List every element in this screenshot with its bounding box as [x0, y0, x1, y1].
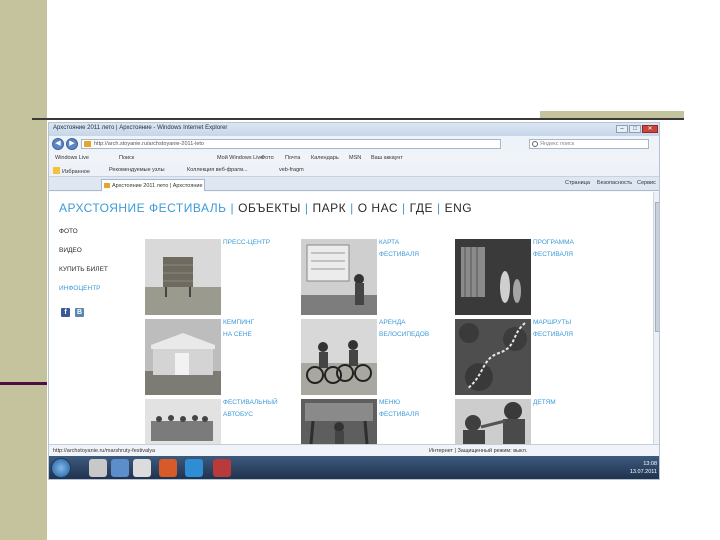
live-toolbar: Windows Live Поиск Мой Windows Live Фото… [49, 152, 659, 164]
tile-label-camping[interactable]: КЕМПИНГ НА СЕНЕ [223, 317, 293, 341]
tab-active[interactable]: Архстояние 2011 лето | Архстояние [101, 179, 205, 191]
page-menu[interactable]: Страница [565, 180, 590, 186]
press-center-photo [145, 239, 221, 315]
tile-label-festival-program[interactable]: ПРОГРАММА ФЕСТИВАЛЯ [533, 237, 603, 261]
maximize-button[interactable]: □ [629, 125, 641, 133]
menu-infocenter[interactable]: ИНФОЦЕНТР [59, 285, 101, 292]
bike-rental-photo [301, 319, 377, 395]
toolbar-item[interactable]: Windows Live [55, 155, 89, 161]
start-button[interactable] [51, 458, 71, 478]
slide-side-accent [0, 382, 47, 385]
slide-rule [32, 118, 684, 120]
blog-icon[interactable]: B [75, 308, 84, 317]
browser-screenshot: Архстояние 2011 лето | Архстояние - Wind… [48, 122, 660, 480]
tray-date: 13.07.2011 [629, 469, 657, 475]
favorites-link[interactable]: Рекомендуемые узлы [109, 167, 165, 173]
toolbar-item[interactable]: Календарь [311, 155, 339, 161]
tile-festival-routes[interactable] [455, 319, 531, 395]
tile-label-festival-bus[interactable]: ФЕСТИВАЛЬНЫЙ АВТОБУС [223, 397, 293, 421]
tray-time: 13:08 [643, 461, 657, 467]
site-favicon-icon [84, 141, 91, 147]
tab-title: Архстояние 2011 лето | Архстояние [112, 183, 203, 189]
festival-bus-photo [145, 399, 221, 444]
scrollbar-thumb[interactable] [655, 202, 659, 332]
tile-label-festival-routes[interactable]: МАРШРУТЫ ФЕСТИВАЛЯ [533, 317, 603, 341]
address-url: http://arch.stoyanie.ru/archstoyanie-201… [94, 141, 204, 147]
safety-menu[interactable]: Безопасность [597, 180, 632, 186]
close-button[interactable]: ✕ [642, 125, 658, 133]
toolbar-item[interactable]: МSN [349, 155, 361, 161]
status-zone: Интернет | Защищенный режим: выкл. [429, 448, 528, 454]
toolbar-item[interactable]: Поиск [119, 155, 134, 161]
menu-video[interactable]: ВИДЕО [59, 247, 82, 254]
page-scrollbar[interactable] [653, 192, 659, 444]
menu-photo[interactable]: ФОТО [59, 228, 78, 235]
menu-buy-ticket[interactable]: КУПИТЬ БИЛЕТ [59, 266, 108, 273]
forward-button[interactable]: ▶ [66, 138, 78, 150]
site-navigation: АРХСТОЯНИЕ ФЕСТИВАЛЬ | ОБЪЕКТЫ | ПАРК | О НАС |… [59, 201, 473, 215]
taskbar-app-4[interactable] [159, 459, 177, 477]
festival-program-photo [455, 239, 531, 315]
tile-press-center[interactable] [145, 239, 221, 315]
festival-map-photo [301, 239, 377, 315]
system-tray: 13:08 13.07.2011 [630, 460, 657, 476]
web-page: АРХСТОЯНИЕ ФЕСТИВАЛЬ | ОБЪЕКТЫ | ПАРК | О НАС |… [49, 192, 653, 445]
festival-routes-photo [455, 319, 531, 395]
slide-sidebar [0, 0, 47, 540]
status-url: http://archstoyanie.ru/marshruty-festiva… [53, 448, 156, 454]
tile-festival-map[interactable] [301, 239, 377, 315]
ie-taskbar-icon[interactable] [185, 459, 203, 477]
toolbar-item[interactable]: Ваш аккаунт [371, 155, 403, 161]
favorites-button[interactable]: Избранное [53, 167, 90, 175]
taskbar: 13:08 13.07.2011 [49, 456, 659, 479]
tile-label-festival-map[interactable]: КАРТА ФЕСТИВАЛЯ [379, 237, 449, 261]
tile-label-press-center[interactable]: ПРЕСС-ЦЕНТР [223, 237, 293, 249]
tile-label-kids[interactable]: ДЕТЯМ [533, 397, 603, 409]
favorites-bar: Избранное Рекомендуемые узлы Коллекция в… [49, 164, 659, 177]
nav-objects[interactable]: ОБЪЕКТЫ [238, 201, 301, 215]
search-box[interactable]: Яндекс поиск [529, 139, 649, 149]
tools-menu[interactable]: Сервис [637, 180, 656, 186]
star-icon [53, 167, 60, 174]
toolbar-item[interactable]: Мой Windows Live [217, 155, 263, 161]
camping-photo [145, 319, 221, 395]
nav-about[interactable]: О НАС [358, 201, 398, 215]
window-title: Архстояние 2011 лето | Архстояние - Wind… [53, 125, 228, 131]
nav-park[interactable]: ПАРК [313, 201, 347, 215]
toolbar-item[interactable]: Почта [285, 155, 300, 161]
favorites-link[interactable]: veb-fragm [279, 167, 304, 173]
taskbar-app-1[interactable] [89, 459, 107, 477]
address-row: ◀ ▶ http://arch.stoyanie.ru/archstoyanie… [49, 136, 659, 152]
tile-label-festival-menu[interactable]: МЕНЮ ФЕСТИВАЛЯ [379, 397, 449, 421]
nav-festival[interactable]: АРХСТОЯНИЕ ФЕСТИВАЛЬ [59, 201, 226, 215]
search-placeholder: Яндекс поиск [540, 141, 575, 147]
tile-festival-program[interactable] [455, 239, 531, 315]
kids-photo [455, 399, 531, 444]
window-titlebar: Архстояние 2011 лето | Архстояние - Wind… [49, 123, 659, 136]
back-button[interactable]: ◀ [52, 138, 64, 150]
taskbar-app-3[interactable] [133, 459, 151, 477]
status-bar: http://archstoyanie.ru/marshruty-festiva… [49, 444, 659, 456]
toolbar-item[interactable]: Фото [261, 155, 274, 161]
minimize-button[interactable]: – [616, 125, 628, 133]
tile-bike-rental[interactable] [301, 319, 377, 395]
facebook-icon[interactable]: f [61, 308, 70, 317]
tab-row: Архстояние 2011 лето | Архстояние Страни… [49, 177, 659, 191]
favorites-link[interactable]: Коллекция веб-фрагм... [187, 167, 248, 173]
taskbar-app-6[interactable] [213, 459, 231, 477]
taskbar-app-2[interactable] [111, 459, 129, 477]
address-bar[interactable]: http://arch.stoyanie.ru/archstoyanie-201… [81, 139, 501, 149]
nav-where[interactable]: ГДЕ [410, 201, 433, 215]
tab-favicon-icon [104, 183, 110, 188]
search-icon [532, 141, 538, 147]
tile-camping[interactable] [145, 319, 221, 395]
festival-menu-photo [301, 399, 377, 445]
window-controls: – □ ✕ [616, 125, 658, 133]
nav-eng[interactable]: ENG [445, 201, 473, 215]
tile-label-bike-rental[interactable]: АРЕНДА ВЕЛОСИПЕДОВ [379, 317, 449, 341]
